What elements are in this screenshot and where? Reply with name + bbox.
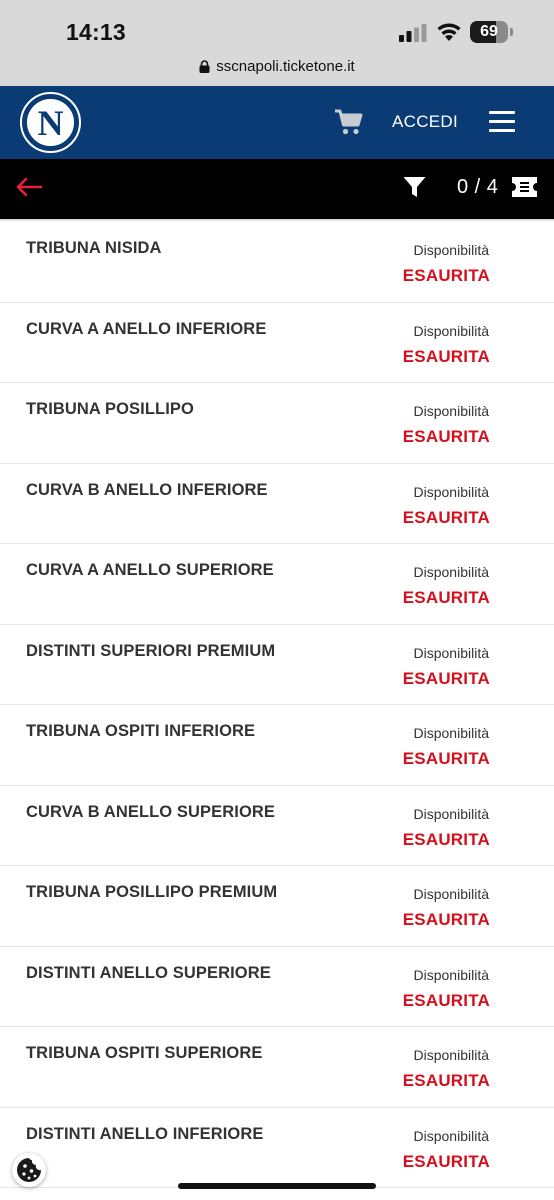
cart-icon[interactable] — [334, 108, 364, 136]
availability-status: ESAURITA — [402, 588, 490, 607]
ticket-counter: 0 / 4 — [457, 176, 499, 198]
availability-status: ESAURITA — [402, 507, 490, 527]
sector-row[interactable]: CURVA B ANELLO INFERIORE Disponibilità E… — [0, 464, 554, 544]
sector-name: DISTINTI ANELLO SUPERIORE — [26, 963, 271, 982]
filter-icon[interactable] — [403, 176, 426, 198]
sector-name: TRIBUNA POSILLIPO — [26, 400, 194, 418]
availability-status: ESAURITA — [402, 829, 490, 849]
sector-row[interactable]: CURVA A ANELLO INFERIORE Disponibilità E… — [0, 303, 554, 383]
sector-name: TRIBUNA OSPITI INFERIORE — [26, 722, 256, 740]
back-arrow-icon[interactable] — [16, 177, 42, 197]
availability-label: Disponibilità — [413, 564, 489, 580]
sector-row[interactable]: TRIBUNA OSPITI INFERIORE Disponibilità E… — [0, 705, 554, 786]
battery-percentage: 69 — [480, 23, 498, 40]
sector-row[interactable]: CURVA A ANELLO SUPERIORE Disponibilità E… — [0, 544, 554, 625]
browser-chrome: 14:13 69 sscnapoli.ticketone.it — [0, 0, 554, 86]
login-button[interactable]: ACCEDI — [392, 112, 458, 132]
lock-icon — [199, 59, 210, 73]
sector-list: TRIBUNA NISIDA Disponibilità ESAURITA CU… — [0, 222, 554, 1188]
availability-label: Disponibilità — [413, 966, 489, 983]
availability-status: ESAURITA — [402, 990, 490, 1010]
availability-status: ESAURITA — [402, 346, 490, 366]
sector-name: CURVA B ANELLO INFERIORE — [26, 480, 268, 499]
availability-label: Disponibilità — [413, 644, 489, 661]
sector-row[interactable]: TRIBUNA OSPITI SUPERIORE Disponibilità E… — [0, 1027, 554, 1108]
cookie-settings-button[interactable] — [12, 1153, 46, 1187]
sector-row[interactable]: DISTINTI ANELLO SUPERIORE Disponibilità … — [0, 947, 554, 1027]
status-time: 14:13 — [66, 19, 126, 45]
availability-label: Disponibilità — [413, 322, 489, 339]
sector-name: TRIBUNA POSILLIPO PREMIUM — [26, 883, 278, 901]
menu-bar-middle — [489, 120, 515, 123]
logo-letter: N — [27, 99, 74, 146]
sector-row[interactable]: TRIBUNA NISIDA Disponibilità ESAURITA — [0, 222, 554, 303]
availability-status: ESAURITA — [402, 668, 490, 688]
menu-bar-bottom — [489, 129, 515, 132]
availability-label: Disponibilità — [413, 886, 489, 902]
address-bar[interactable]: sscnapoli.ticketone.it — [0, 54, 554, 78]
availability-label: Disponibilità — [413, 805, 489, 822]
sector-row[interactable]: CURVA B ANELLO SUPERIORE Disponibilità E… — [0, 786, 554, 866]
sector-name: CURVA B ANELLO SUPERIORE — [26, 802, 276, 821]
sector-name: CURVA A ANELLO INFERIORE — [26, 319, 267, 338]
site-header: N ACCEDI — [0, 86, 554, 159]
availability-status: ESAURITA — [402, 427, 490, 446]
url-text: sscnapoli.ticketone.it — [216, 57, 355, 75]
cookie-icon — [17, 1158, 41, 1182]
wifi-icon — [437, 23, 461, 41]
availability-label: Disponibilità — [413, 242, 489, 258]
sector-name: DISTINTI ANELLO INFERIORE — [26, 1124, 264, 1143]
hamburger-menu-icon[interactable] — [489, 111, 515, 133]
cellular-signal-icon — [399, 24, 427, 42]
availability-status: ESAURITA — [402, 1071, 490, 1090]
filter-toolbar: 0 / 4 — [0, 159, 554, 219]
sector-name: TRIBUNA OSPITI SUPERIORE — [26, 1044, 263, 1062]
availability-label: Disponibilità — [413, 725, 489, 741]
sector-row[interactable]: DISTINTI SUPERIORI PREMIUM Disponibilità… — [0, 625, 554, 705]
sector-name: DISTINTI SUPERIORI PREMIUM — [26, 641, 276, 660]
sector-row[interactable]: TRIBUNA POSILLIPO PREMIUM Disponibilità … — [0, 866, 554, 947]
club-logo[interactable]: N — [20, 92, 81, 153]
page: 14:13 69 sscnapoli.ticketone.it N ACCEDI… — [0, 0, 554, 1200]
ticket-icon[interactable] — [511, 176, 538, 198]
sector-row[interactable]: DISTINTI ANELLO INFERIORE Disponibilità … — [0, 1108, 554, 1188]
sector-name: TRIBUNA NISIDA — [26, 239, 162, 257]
availability-status: ESAURITA — [402, 266, 490, 285]
battery-cap — [510, 28, 513, 36]
sector-row[interactable]: TRIBUNA POSILLIPO Disponibilità ESAURITA — [0, 383, 554, 464]
availability-status: ESAURITA — [402, 910, 490, 929]
availability-label: Disponibilità — [413, 1047, 489, 1063]
menu-bar-top — [489, 111, 515, 114]
availability-label: Disponibilità — [413, 483, 489, 500]
sector-name: CURVA A ANELLO SUPERIORE — [26, 561, 274, 579]
availability-status: ESAURITA — [402, 749, 490, 768]
home-indicator[interactable] — [178, 1183, 376, 1189]
battery-indicator: 69 — [470, 21, 508, 43]
availability-label: Disponibilità — [413, 403, 489, 419]
availability-status: ESAURITA — [402, 1151, 490, 1171]
availability-label: Disponibilità — [413, 1127, 489, 1144]
